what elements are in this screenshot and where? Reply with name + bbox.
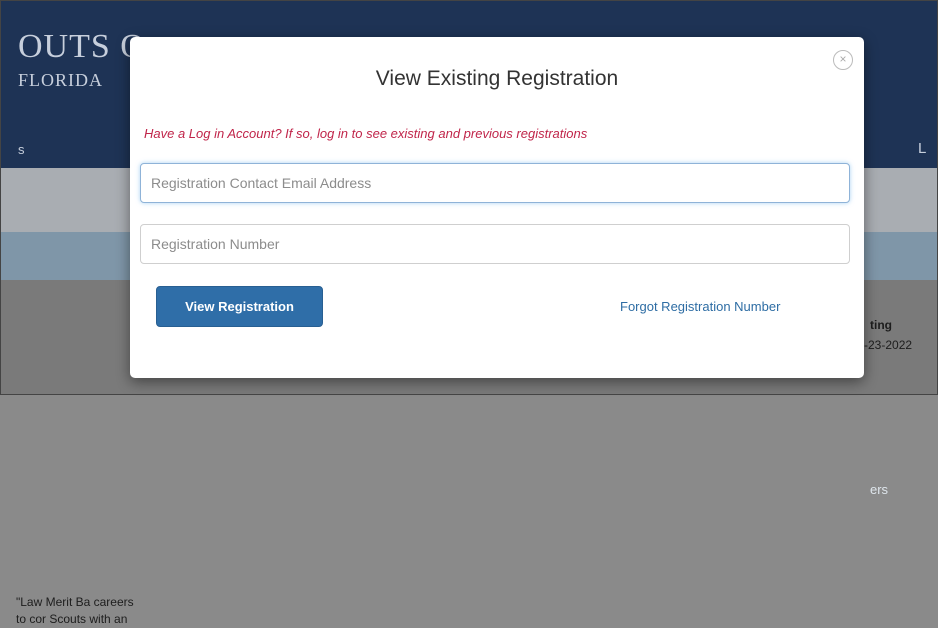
modal-title: View Existing Registration — [375, 67, 619, 90]
content-right-date: -23-2022 — [864, 338, 913, 352]
nav-item-left[interactable]: s — [18, 142, 25, 157]
section-bar-text: ers — [870, 482, 889, 497]
content-text: "Law Merit Ba careers to cor Scouts with… — [16, 595, 134, 626]
forgot-registration-link[interactable]: Forgot Registration Number — [620, 299, 780, 314]
site-title: OUTS O — [18, 28, 146, 65]
nav-item-right[interactable]: L — [918, 140, 926, 157]
email-field[interactable] — [140, 163, 850, 203]
content-right-label: ting — [870, 318, 892, 332]
view-registration-modal: View Existing Registration × Have a Log … — [130, 37, 864, 378]
close-icon[interactable]: × — [833, 50, 853, 70]
registration-number-field[interactable] — [140, 224, 850, 264]
view-registration-button[interactable]: View Registration — [156, 286, 323, 327]
login-notice: Have a Log in Account? If so, log in to … — [144, 126, 588, 141]
site-subtitle: FLORIDA — [18, 70, 104, 90]
